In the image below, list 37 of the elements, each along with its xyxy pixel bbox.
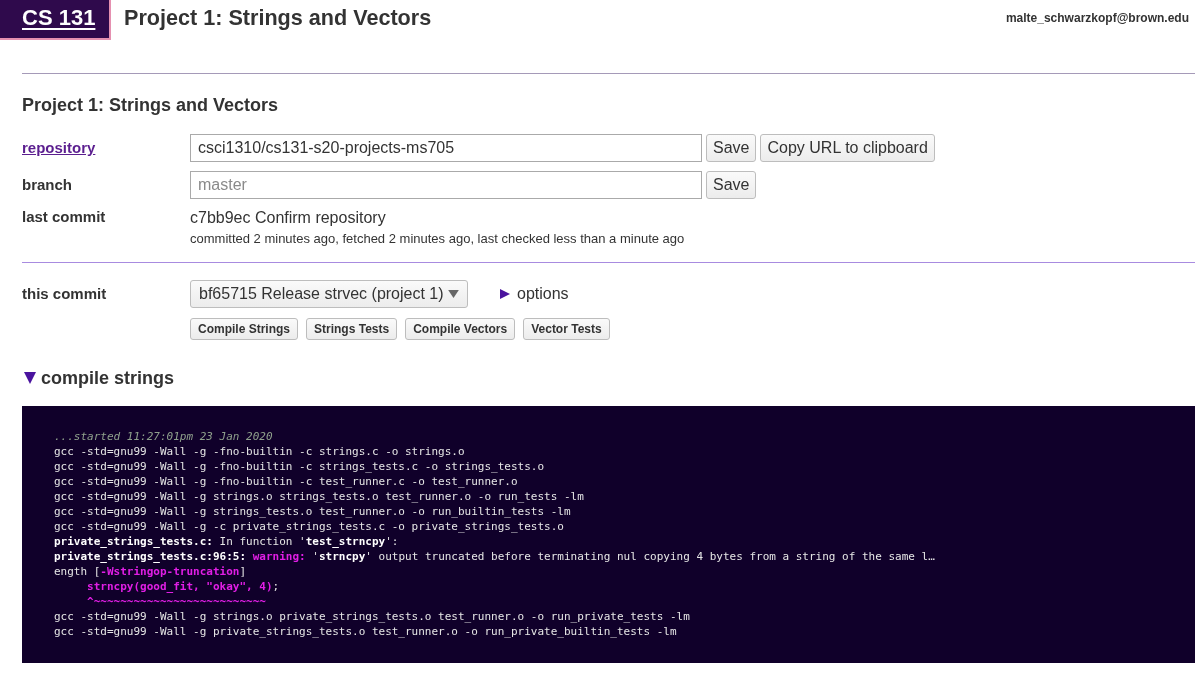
repository-link[interactable]: repository	[22, 139, 96, 157]
terminal-line: ...started 11:27:01pm 23 Jan 2020	[54, 429, 273, 444]
terminal-line: strncpy(good_fit, "okay", 4);	[86, 579, 280, 594]
run-action-button[interactable]: Vector Tests	[523, 318, 610, 340]
terminal-line: gcc -std=gnu99 -Wall -g strings.o strings_tests.o test_runner.o -o run_tests -lm	[54, 489, 584, 504]
terminal-line: gcc -std=gnu99 -Wall -g -fno-builtin -c strings_tests.c -o strings_tests.o	[54, 459, 545, 474]
terminal-line: gcc -std=gnu99 -Wall -g private_strings_tests.o test_runner.o -o run_private_builtin_tests -lm	[54, 624, 677, 639]
terminal-line: ^~~~~~~~~~~~~~~~~~~~~~~~~~~	[86, 594, 266, 609]
copy-url-button[interactable]: Copy URL to clipboard	[760, 134, 935, 162]
run-action-button[interactable]: Compile Vectors	[405, 318, 516, 340]
save-button[interactable]: Save	[706, 171, 757, 199]
terminal-line: gcc -std=gnu99 -Wall -g strings.o private_strings_tests.o test_runner.o -o run_private_tests -lm	[54, 609, 690, 624]
terminal-line: private_strings_tests.c:96:5: warning: 'strncpy' output truncated before terminating nul copying 4 bytes from a string of the same l…	[54, 549, 935, 564]
terminal-line: private_strings_tests.c: In function 'test_strncpy':	[54, 534, 399, 549]
branch-label: branch	[22, 176, 72, 194]
terminal-line: gcc -std=gnu99 -Wall -g -c private_strings_tests.c -o private_strings_tests.o	[54, 519, 564, 534]
options-toggle[interactable]: options	[500, 285, 569, 303]
terminal-line: gcc -std=gnu99 -Wall -g strings_tests.o test_runner.o -o run_builtin_tests -lm	[54, 504, 571, 519]
page-title: Project 1: Strings and Vectors	[124, 4, 432, 31]
commit-dropdown[interactable]: bf65715 Release strvec (project 1)	[190, 280, 468, 308]
commit-message: c7bb9ec Confirm repository	[190, 208, 386, 228]
terminal-line: gcc -std=gnu99 -Wall -g -fno-builtin -c test_runner.c -o test_runner.o	[54, 474, 518, 489]
run-action-button[interactable]: Strings Tests	[306, 318, 398, 340]
project-heading: Project 1: Strings and Vectors	[22, 94, 279, 116]
last-commit-label: last commit	[22, 208, 106, 226]
course-home-link[interactable]: CS 131	[0, 0, 111, 40]
run-action-button[interactable]: Compile Strings	[190, 318, 298, 340]
output-section-toggle[interactable]: compile strings	[22, 367, 175, 389]
commit-details: committed 2 minutes ago, fetched 2 minutes ago, last checked less than a minute ago	[190, 231, 685, 247]
user-email: malte_schwarzkopf@brown.edu	[1005, 11, 1189, 25]
repository-field[interactable]: csci1310/cs131-s20-projects-ms705	[190, 134, 702, 162]
branch-field[interactable]: master	[190, 171, 702, 199]
terminal-line: gcc -std=gnu99 -Wall -g -fno-builtin -c strings.c -o strings.o	[54, 444, 465, 459]
save-button[interactable]: Save	[706, 134, 757, 162]
terminal-line: ength [-Wstringop-truncation]	[54, 564, 247, 579]
this-commit-label: this commit	[22, 285, 107, 303]
caret-icon	[448, 290, 459, 298]
